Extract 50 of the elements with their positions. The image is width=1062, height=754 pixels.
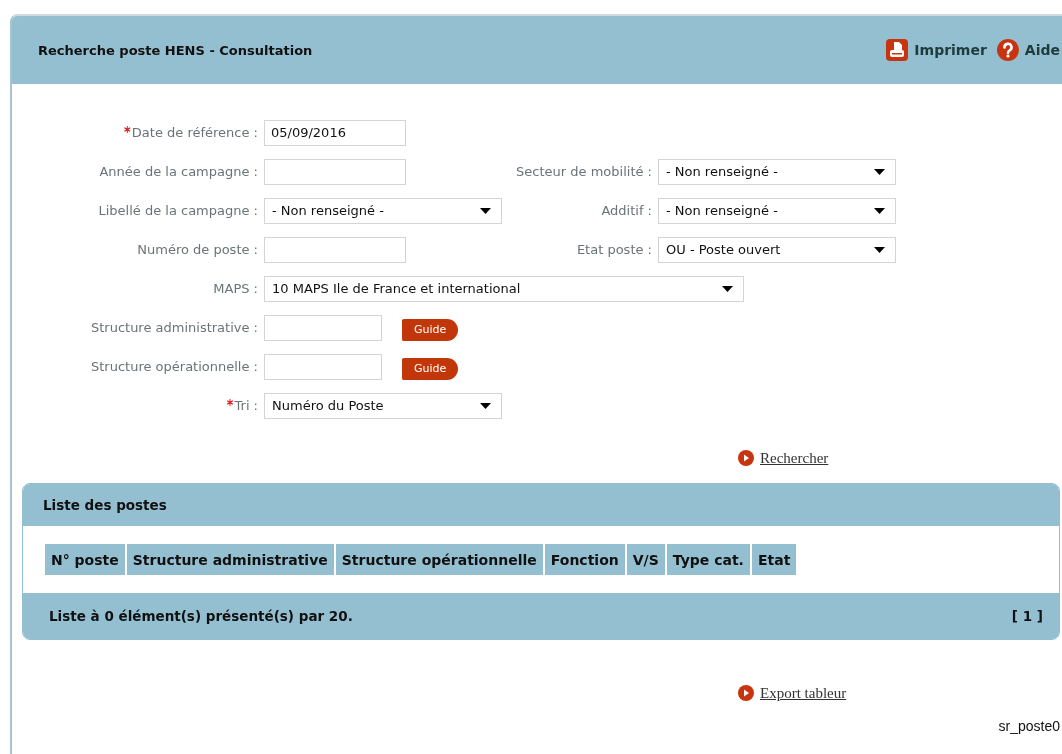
- field-label: Tri :: [226, 398, 258, 413]
- text-field[interactable]: [264, 158, 406, 185]
- caret-icon: [480, 207, 491, 214]
- page-title: Recherche poste HENS - Consultation: [38, 42, 313, 58]
- text-field[interactable]: [264, 314, 382, 341]
- field-label: Numéro de poste :: [137, 242, 258, 257]
- text-field[interactable]: [264, 236, 406, 263]
- field-label: Etat poste :: [576, 242, 652, 257]
- caret-icon: [874, 246, 885, 253]
- field-label: MAPS :: [213, 281, 258, 296]
- caret-icon: [480, 402, 491, 409]
- field-label: Secteur de mobilité :: [516, 164, 652, 179]
- column-header: N° poste: [45, 544, 125, 575]
- print-link[interactable]: Imprimer: [914, 42, 987, 58]
- dropdown[interactable]: - Non renseigné -: [658, 158, 896, 185]
- text-field[interactable]: 05/09/2016: [264, 119, 406, 146]
- guide-button[interactable]: Guide: [402, 357, 459, 380]
- list-title: Liste des postes: [43, 497, 167, 513]
- dropdown[interactable]: - Non renseigné -: [264, 197, 502, 224]
- field-label: Structure opérationnelle :: [91, 359, 258, 374]
- field-label: Additif :: [601, 203, 652, 218]
- field-label: Date de référence :: [123, 125, 258, 140]
- field-label: Année de la campagne :: [99, 164, 258, 179]
- column-header: Structure administrative: [126, 544, 334, 575]
- dropdown[interactable]: OU - Poste ouvert: [658, 236, 896, 263]
- dropdown[interactable]: Numéro du Poste: [264, 392, 502, 419]
- field-label: Structure administrative :: [90, 320, 258, 335]
- list-summary: Liste à 0 élément(s) présenté(s) par 20.: [49, 608, 353, 624]
- column-header: Type cat.: [666, 544, 750, 575]
- printer-icon[interactable]: [886, 39, 909, 61]
- export-link[interactable]: Export tableur: [760, 684, 847, 702]
- column-header: Structure opérationnelle: [335, 544, 543, 575]
- column-header: Fonction: [544, 544, 625, 575]
- caret-icon: [874, 168, 885, 175]
- column-header: V/S: [626, 544, 665, 575]
- field-label: Libellé de la campagne :: [98, 203, 258, 218]
- search-link[interactable]: Rechercher: [760, 449, 829, 467]
- play-icon[interactable]: [738, 450, 754, 466]
- dropdown[interactable]: - Non renseigné -: [658, 197, 896, 224]
- column-header: Etat: [751, 544, 797, 575]
- caret-icon: [722, 285, 733, 292]
- play-icon[interactable]: [738, 685, 754, 701]
- pagination[interactable]: [ 1 ]: [1011, 608, 1043, 624]
- guide-button[interactable]: Guide: [402, 318, 459, 341]
- caret-icon: [874, 207, 885, 214]
- screen-id: sr_poste0: [998, 718, 1060, 734]
- dropdown[interactable]: 10 MAPS Ile de France et international: [264, 275, 744, 302]
- help-icon[interactable]: [996, 39, 1019, 61]
- help-link[interactable]: Aide: [1024, 42, 1060, 58]
- text-field[interactable]: [264, 353, 382, 380]
